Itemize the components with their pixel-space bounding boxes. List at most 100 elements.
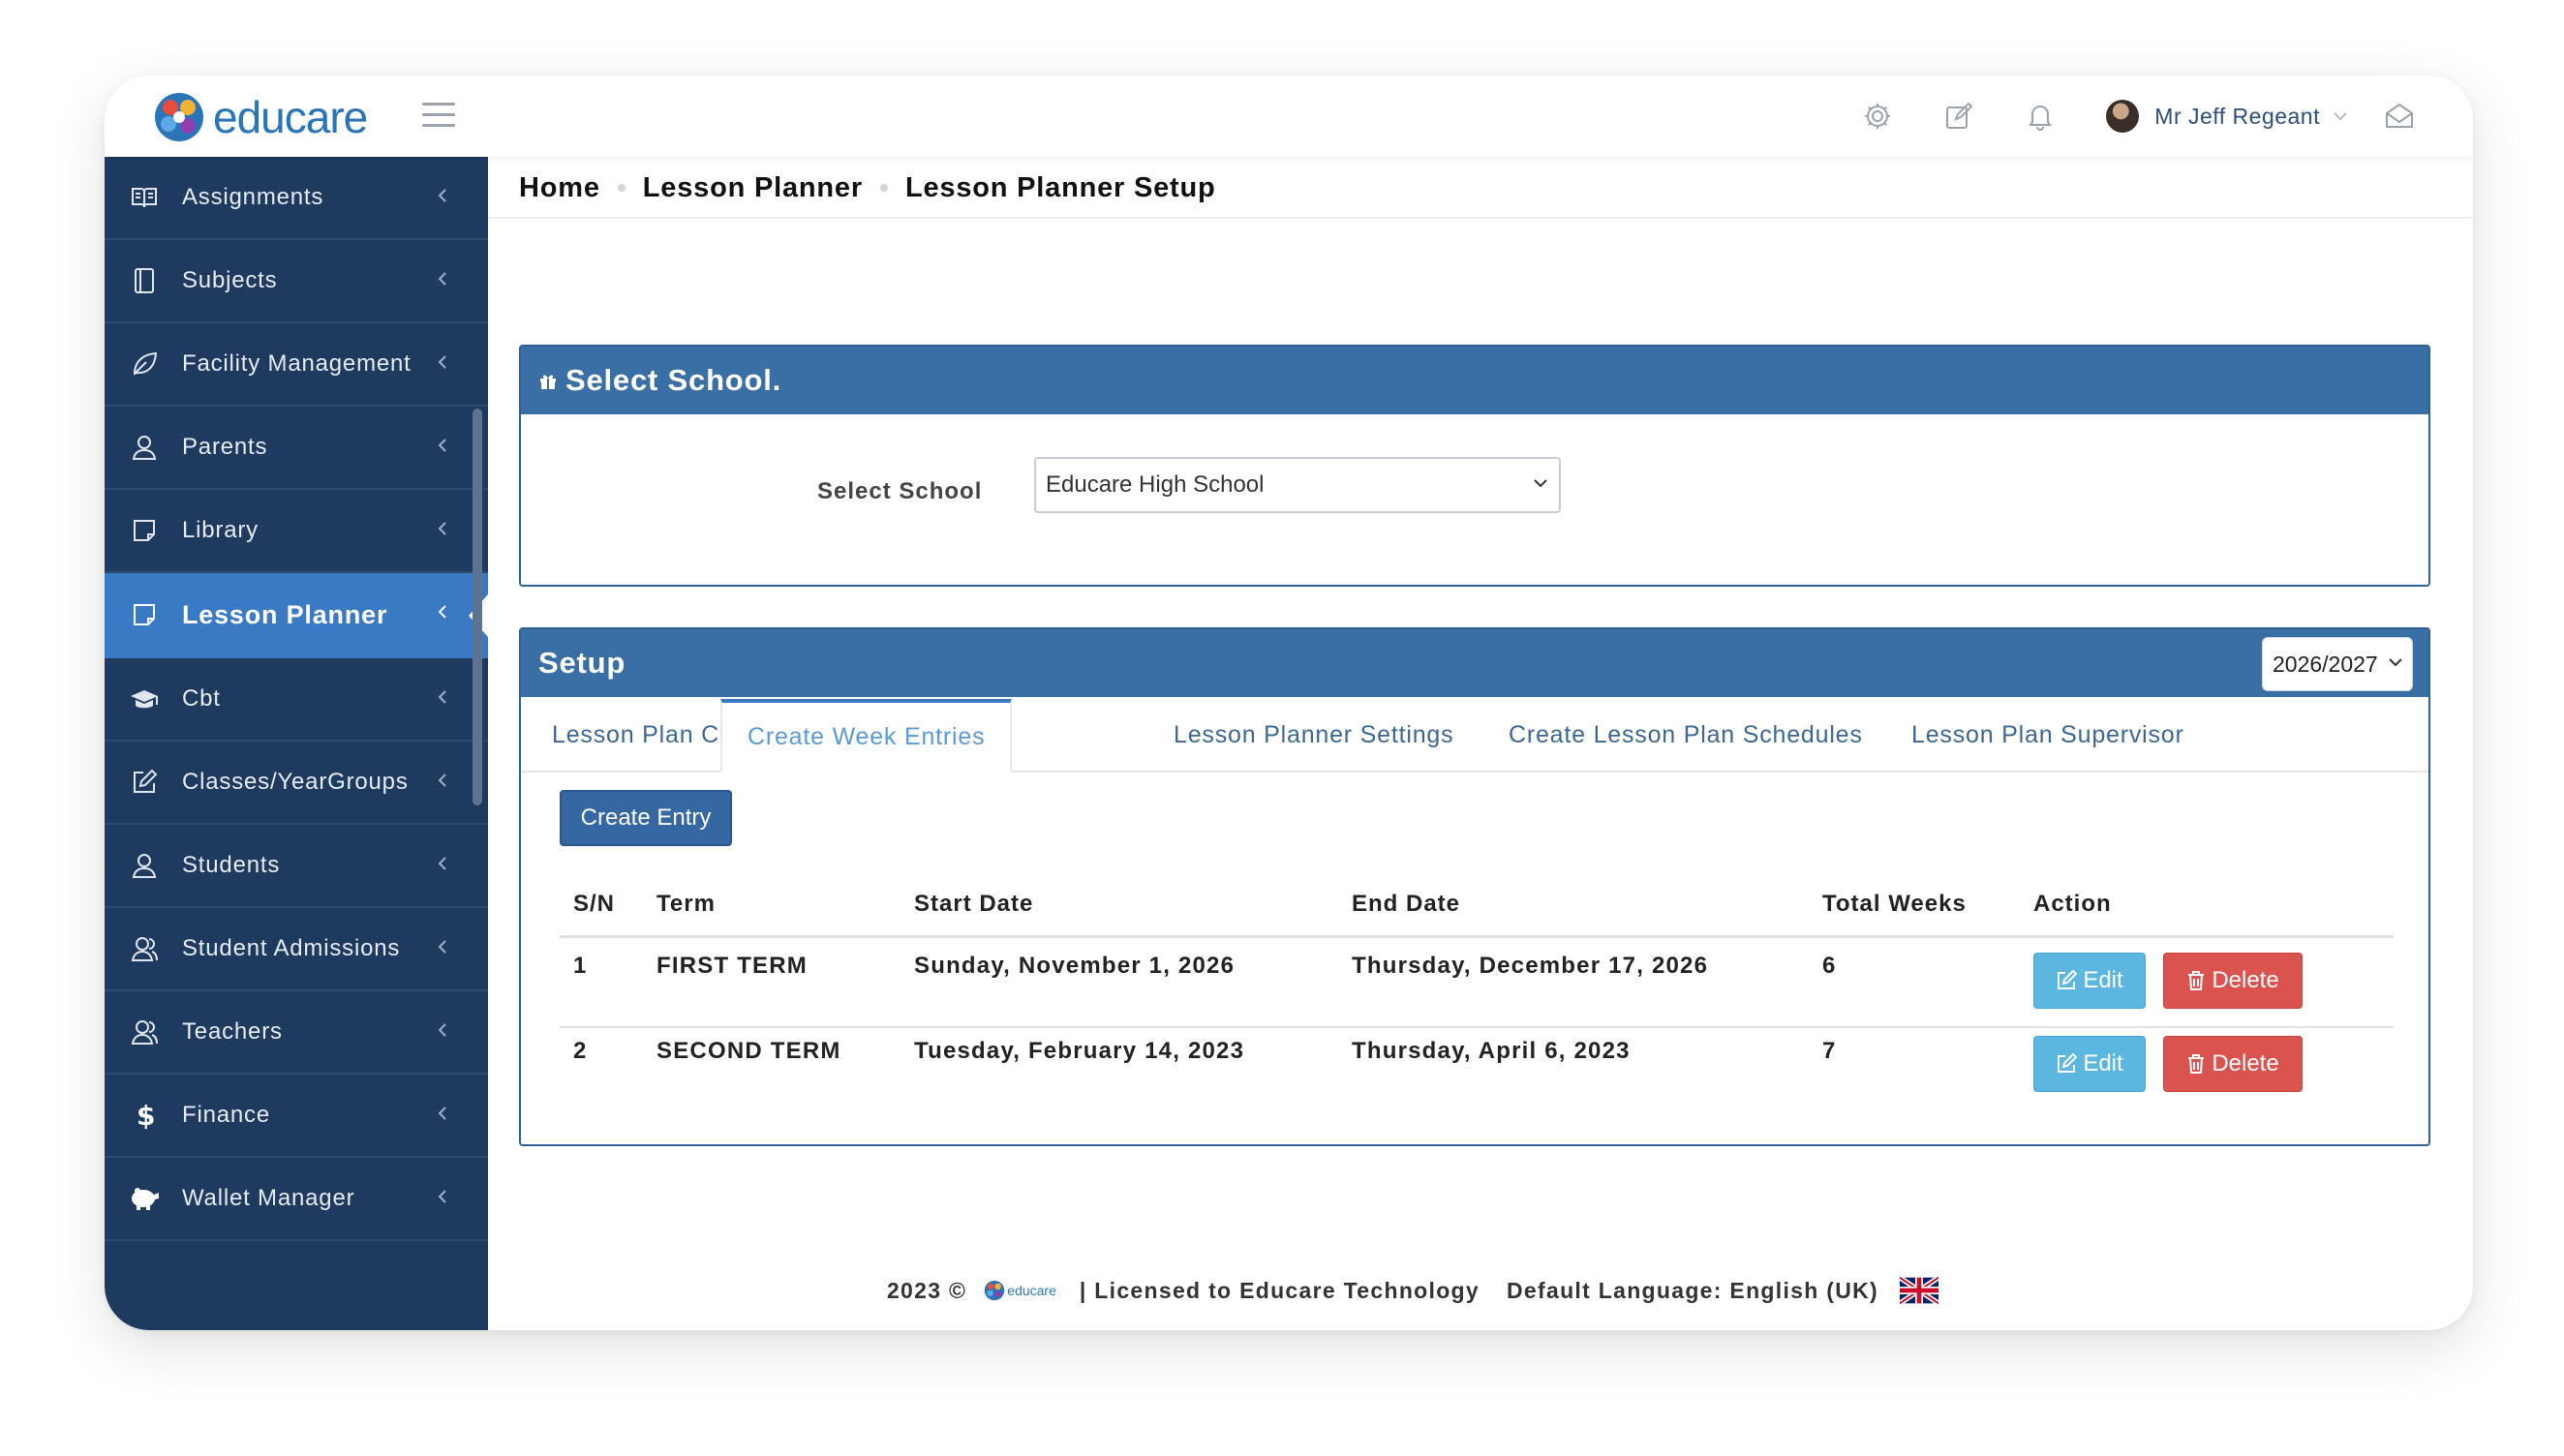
delete-label: Delete [2212,1050,2279,1077]
sidebar-item-students[interactable]: Students [105,825,488,908]
sidebar-item-finance[interactable]: $ Finance [105,1075,488,1158]
sidebar-item-label: Student Admissions [182,935,401,961]
footer: 2023 © educare | Licensed to Educare Tec… [105,1276,2473,1305]
sidebar-item-wallet-manager[interactable]: Wallet Manager [105,1158,488,1241]
mail-open-icon[interactable] [2376,93,2423,139]
user-icon [128,431,161,464]
cell-start-date: Tuesday, February 14, 2023 [914,1038,1245,1064]
brand-logo[interactable]: educare [153,91,368,143]
footer-language: Default Language: English (UK) [1507,1277,1879,1303]
tab-create-lesson-plan-schedules[interactable]: Create Lesson Plan Schedules [1509,697,1863,773]
column-header-end-date: End Date [1352,891,1461,917]
column-header-action: Action [2033,891,2112,917]
chevron-left-icon [438,439,446,452]
select-school-label: Select School [817,478,983,504]
chevron-left-icon [438,690,446,704]
delete-button[interactable]: Delete [2163,953,2303,1009]
edit-icon [2056,1053,2078,1075]
sidebar-item-assignments[interactable]: Assignments [105,157,488,240]
chevron-left-icon [438,1190,446,1203]
panel-header: Select School. [521,347,2428,414]
panel-title: Select School. [565,363,782,397]
tab-lesson-planner-settings[interactable]: Lesson Planner Settings [1174,697,1453,773]
sidebar-item-parents[interactable]: Parents [105,407,488,490]
educare-logo-icon [985,1280,1005,1301]
header-actions: Mr Jeff Regeant [1819,93,2423,139]
breadcrumb-separator [879,184,888,192]
sidebar-item-label: Assignments [182,184,324,210]
uk-flag-icon[interactable] [1900,1276,1939,1305]
edit-button[interactable]: Edit [2033,1036,2146,1092]
sidebar-item-library[interactable]: Library [105,490,488,573]
column-header-term: Term [656,891,716,917]
sidebar-item-subjects[interactable]: Subjects [105,240,488,323]
sidebar-item-label: Parents [182,434,268,460]
breadcrumb-separator [617,184,626,192]
user-name: Mr Jeff Regeant [2154,103,2320,129]
sidebar-item-student-admissions[interactable]: Student Admissions [105,908,488,991]
footer-logo: educare [984,1280,1056,1301]
sidebar-item-label: Wallet Manager [182,1185,355,1211]
create-entry-button[interactable]: Create Entry [560,790,732,846]
bell-icon[interactable] [2017,93,2063,139]
sidebar-item-facility-management[interactable]: Facility Management [105,323,488,407]
academic-year-select[interactable]: 2026/2027 [2262,637,2413,691]
chevron-left-icon [438,355,446,369]
chevron-left-icon [438,522,446,535]
column-header-start-date: Start Date [914,891,1034,917]
cell-sn: 2 [573,1038,588,1064]
piggy-bank-icon [128,1182,161,1215]
school-select[interactable]: Educare High School [1034,457,1561,513]
sidebar-scrollbar[interactable] [473,409,482,805]
cell-end-date: Thursday, December 17, 2026 [1352,953,1709,979]
cell-term: FIRST TERM [656,953,808,979]
user-menu[interactable]: Mr Jeff Regeant [2106,100,2347,133]
note-icon [128,514,161,547]
breadcrumb-lesson-planner[interactable]: Lesson Planner [643,172,863,204]
cell-start-date: Sunday, November 1, 2026 [914,953,1236,979]
table-header-divider [560,935,2394,938]
row-divider [560,1026,2394,1028]
chevron-left-icon [438,774,446,787]
chevron-left-icon [438,1023,446,1037]
delete-button[interactable]: Delete [2163,1036,2303,1092]
tab-lesson-plan-supervisor[interactable]: Lesson Plan Supervisor [1911,697,2184,773]
graduation-cap-icon [128,682,161,715]
sidebar-item-cbt[interactable]: Cbt [105,658,488,742]
sidebar-item-classes-yeargroups[interactable]: Classes/YearGroups [105,742,488,825]
chevron-left-icon [438,1107,446,1120]
sidebar-item-teachers[interactable]: Teachers [105,991,488,1075]
notebook-icon [128,264,161,297]
chevron-left-icon [438,272,446,286]
breadcrumb-home[interactable]: Home [519,172,600,204]
menu-toggle-icon[interactable] [422,103,455,130]
cell-total-weeks: 7 [1822,1038,1837,1064]
sidebar-item-label: Cbt [182,685,221,712]
sidebar-item-label: Library [182,517,259,543]
tab-create-week-entries[interactable]: Create Week Entries [720,699,1013,773]
edit-button[interactable]: Edit [2033,953,2146,1009]
trash-icon [2186,970,2206,991]
compose-icon[interactable] [1936,93,1982,139]
footer-copyright: 2023 © [886,1277,967,1303]
academic-year-value: 2026/2027 [2273,651,2378,677]
setup-panel: Setup 2026/2027 Lesson Plan Categories C… [519,627,2430,1146]
sidebar-item-lesson-planner[interactable]: Lesson Planner [105,573,488,658]
setup-tabs: Lesson Plan Categories Create Week Entri… [521,697,2428,773]
sidebar: Assignments Subjects Facility Management… [105,157,488,1330]
chevron-left-icon [438,857,446,870]
delete-label: Delete [2212,967,2279,993]
settings-icon[interactable] [1854,93,1901,139]
chevron-left-icon [438,605,446,619]
chevron-left-icon [438,940,446,954]
select-school-panel: Select School. Select School Educare Hig… [519,345,2430,587]
brand-name: educare [213,92,368,142]
chevron-down-icon [2389,658,2402,667]
top-bar: educare Mr Jeff Regeant [105,76,2473,157]
chevron-down-icon [1534,479,1547,488]
edit-icon [2056,970,2078,991]
chevron-left-icon [438,189,446,202]
sidebar-item-label: Finance [182,1102,270,1128]
sidebar-item-label: Students [182,852,281,878]
column-header-total-weeks: Total Weeks [1822,891,1967,917]
